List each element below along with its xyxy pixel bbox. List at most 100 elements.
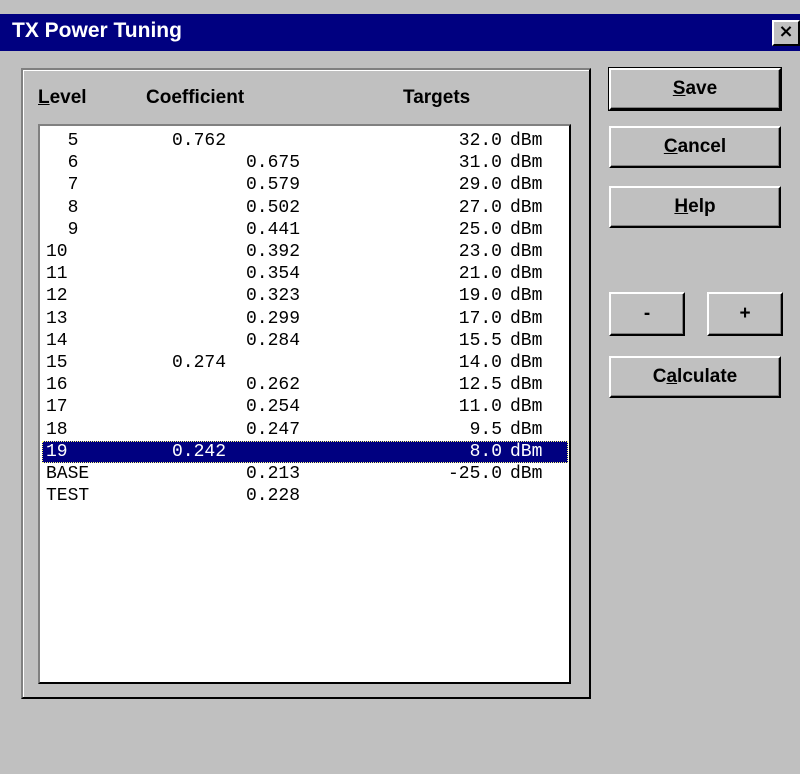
row-level: 17 bbox=[46, 397, 68, 418]
row-unit: dBm bbox=[510, 197, 543, 218]
row-level: 19 bbox=[46, 441, 68, 462]
row-level: 14 bbox=[46, 330, 68, 351]
decrease-button[interactable]: - bbox=[609, 292, 685, 336]
row-target: 31.0 bbox=[458, 153, 502, 174]
row-target: 8.0 bbox=[469, 441, 502, 462]
row-level: 7 bbox=[46, 175, 79, 196]
list-row[interactable]: 17 0.254 11.0 dBm bbox=[42, 396, 568, 418]
row-unit: dBm bbox=[510, 131, 543, 151]
row-coefficient: 0.213 bbox=[245, 464, 300, 484]
row-unit: dBm bbox=[510, 219, 543, 240]
list-row[interactable]: 11 0.354 21.0 dBm bbox=[42, 263, 568, 285]
row-coefficient: 0.762 bbox=[172, 131, 227, 151]
row-unit: dBm bbox=[510, 397, 543, 418]
save-button[interactable]: Save bbox=[608, 67, 782, 111]
row-level: BASE bbox=[46, 464, 90, 484]
row-level: 18 bbox=[46, 419, 68, 440]
calculate-button[interactable]: Calculate bbox=[609, 356, 781, 398]
row-coefficient: 0.354 bbox=[245, 264, 300, 285]
list-row[interactable]: 13 0.299 17.0 dBm bbox=[42, 308, 568, 330]
level-mnemonic: L bbox=[38, 87, 50, 108]
row-level: 15 bbox=[46, 353, 68, 373]
row-coefficient: 0.675 bbox=[245, 153, 300, 174]
row-target: 27.0 bbox=[458, 197, 502, 218]
column-header-level: Level bbox=[38, 87, 87, 108]
close-icon: × bbox=[778, 21, 794, 42]
title-bar[interactable]: TX Power Tuning × bbox=[0, 14, 800, 51]
row-unit: dBm bbox=[510, 242, 543, 262]
row-level: 13 bbox=[46, 308, 68, 329]
list-row[interactable]: 15 0.274 14.0 dBm bbox=[42, 352, 568, 374]
row-coefficient: 0.299 bbox=[245, 308, 300, 329]
row-unit: dBm bbox=[510, 153, 543, 174]
row-level: 12 bbox=[46, 286, 68, 307]
close-button[interactable]: × bbox=[772, 20, 800, 46]
row-coefficient: 0.274 bbox=[172, 353, 227, 373]
list-row[interactable]: 7 0.579 29.0 dBm bbox=[42, 174, 568, 196]
list-row[interactable]: 10 0.392 23.0 dBm bbox=[42, 241, 568, 263]
row-target: 21.0 bbox=[458, 264, 502, 285]
row-level: 6 bbox=[46, 153, 79, 174]
list-row[interactable]: BASE 0.213 -25.0 dBm bbox=[42, 463, 568, 485]
row-target: 29.0 bbox=[458, 175, 502, 196]
row-target: 17.0 bbox=[458, 308, 502, 329]
row-unit: dBm bbox=[510, 308, 543, 329]
row-coefficient: 0.254 bbox=[245, 397, 300, 418]
row-level: 16 bbox=[46, 375, 68, 396]
row-coefficient: 0.242 bbox=[172, 441, 227, 462]
row-target: 25.0 bbox=[458, 219, 502, 240]
row-level: 9 bbox=[46, 219, 79, 240]
help-label: Help bbox=[674, 196, 716, 217]
list-row[interactable]: TEST 0.228 bbox=[42, 485, 568, 507]
row-coefficient: 0.579 bbox=[245, 175, 300, 196]
list-row[interactable]: 6 0.675 31.0 dBm bbox=[42, 152, 568, 174]
list-row[interactable]: 19 0.242 8.0 dBm bbox=[42, 440, 568, 463]
row-level: 10 bbox=[46, 242, 68, 262]
row-coefficient: 0.247 bbox=[245, 419, 300, 440]
list-row[interactable]: 8 0.502 27.0 dBm bbox=[42, 197, 568, 219]
save-label: Save bbox=[672, 78, 718, 99]
cancel-button[interactable]: Cancel bbox=[609, 126, 781, 168]
row-level: 8 bbox=[46, 197, 79, 218]
row-coefficient: 0.284 bbox=[245, 330, 300, 351]
increase-button[interactable]: + bbox=[707, 292, 783, 336]
row-unit: dBm bbox=[510, 175, 543, 196]
list-row[interactable]: 18 0.247 9.5 dBm bbox=[42, 419, 568, 441]
row-coefficient: 0.323 bbox=[245, 286, 300, 307]
row-target: 32.0 bbox=[458, 131, 502, 151]
row-target: 14.0 bbox=[458, 353, 502, 373]
row-coefficient: 0.441 bbox=[245, 219, 300, 240]
row-level: TEST bbox=[46, 486, 90, 507]
column-header-targets: Targets bbox=[403, 87, 471, 108]
row-level: 5 bbox=[46, 131, 79, 151]
help-button[interactable]: Help bbox=[609, 186, 781, 228]
list-row[interactable]: 12 0.323 19.0 dBm bbox=[42, 285, 568, 307]
row-coefficient: 0.228 bbox=[245, 486, 300, 507]
list-row[interactable]: 16 0.262 12.5 dBm bbox=[42, 374, 568, 396]
list-row[interactable]: 14 0.284 15.5 dBm bbox=[42, 330, 568, 352]
column-header-coefficient: Coefficient bbox=[146, 87, 245, 108]
tx-power-tuning-dialog: TX Power Tuning × Level Coefficient Targ… bbox=[0, 0, 800, 774]
cancel-label: Cancel bbox=[663, 136, 727, 157]
row-target: 12.5 bbox=[458, 375, 502, 396]
row-unit: dBm bbox=[510, 264, 543, 285]
row-target: 15.5 bbox=[458, 330, 502, 351]
list-row[interactable]: 5 0.762 32.0 dBm bbox=[42, 130, 568, 152]
row-coefficient: 0.392 bbox=[245, 242, 300, 262]
row-unit: dBm bbox=[510, 286, 543, 307]
row-target: 9.5 bbox=[469, 419, 502, 440]
row-unit: dBm bbox=[510, 330, 543, 351]
list-row[interactable]: 9 0.441 25.0 dBm bbox=[42, 219, 568, 241]
row-target: 19.0 bbox=[458, 286, 502, 307]
row-level: 11 bbox=[46, 264, 68, 285]
row-target: 11.0 bbox=[458, 397, 502, 418]
power-level-list[interactable]: 5 0.762 32.0 dBm 6 0.675 31.0 dBm 7 0.579 29.0 dB… bbox=[38, 124, 571, 684]
row-coefficient: 0.502 bbox=[245, 197, 300, 218]
plus-label: + bbox=[739, 303, 751, 324]
window-title: TX Power Tuning bbox=[12, 19, 182, 42]
row-target: 23.0 bbox=[458, 242, 502, 262]
row-unit: dBm bbox=[510, 464, 543, 484]
row-unit: dBm bbox=[510, 375, 543, 396]
row-coefficient: 0.262 bbox=[245, 375, 300, 396]
row-unit: dBm bbox=[510, 441, 543, 462]
